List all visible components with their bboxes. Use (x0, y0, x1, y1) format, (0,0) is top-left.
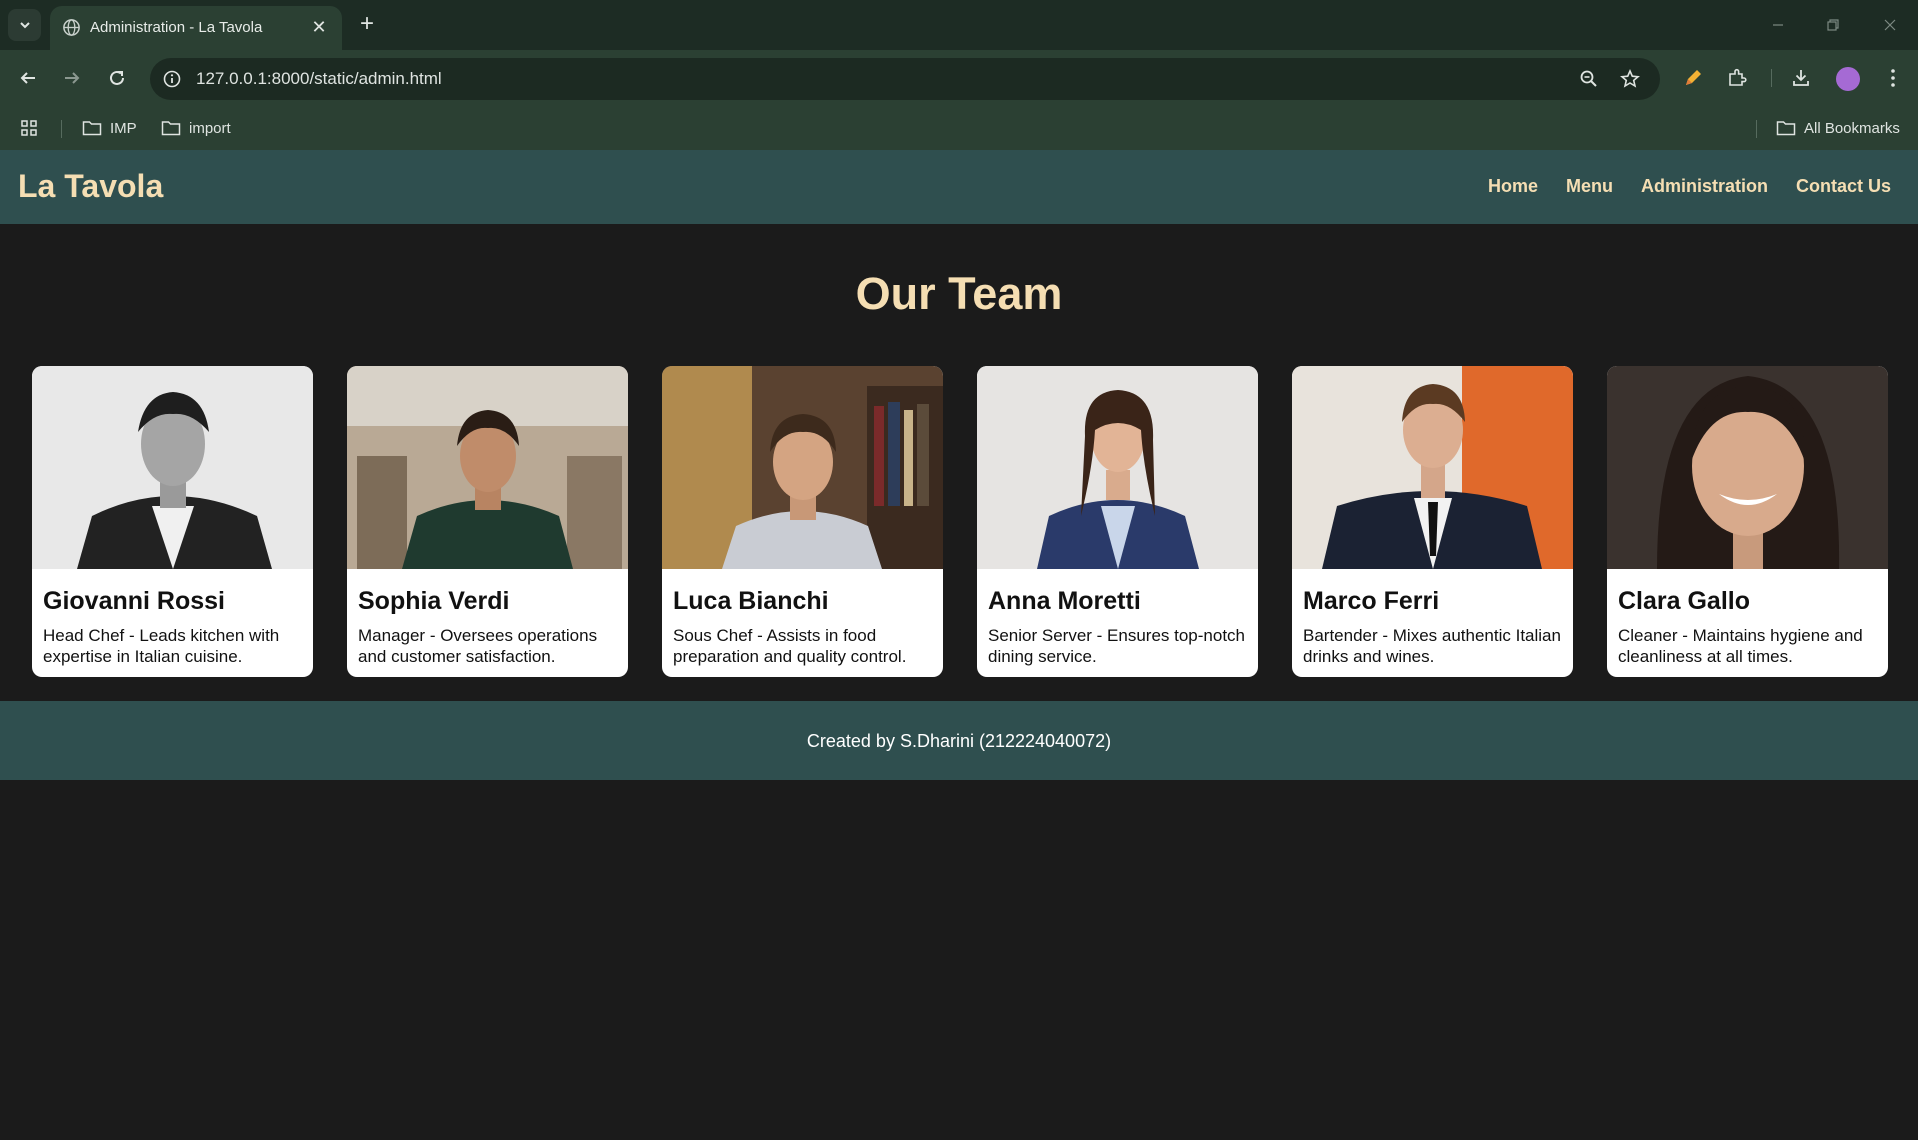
section-title: Our Team (855, 268, 1063, 319)
back-arrow-icon[interactable] (14, 64, 42, 92)
brand-logo-text[interactable]: La Tavola (18, 168, 163, 205)
extensions-puzzle-icon[interactable] (1723, 64, 1751, 92)
reload-icon[interactable] (103, 64, 131, 92)
team-member-description: Sous Chef - Assists in food preparation … (673, 626, 907, 666)
pencil-extension-icon[interactable] (1679, 64, 1707, 92)
bookmarks-bar: IMP import All Bookmarks (0, 106, 1918, 150)
bookmark-label: import (189, 119, 231, 137)
close-window-icon[interactable] (1868, 10, 1912, 40)
team-card: Sophia Verdi Manager - Oversees operatio… (347, 366, 628, 677)
team-member-name: Clara Gallo (1618, 587, 1750, 615)
main-nav: Home Menu Administration Contact Us (1488, 176, 1891, 197)
download-icon[interactable] (1787, 64, 1815, 92)
team-member-description: Bartender - Mixes authentic Italian drin… (1303, 626, 1561, 666)
bookmarks-divider (1756, 120, 1757, 138)
new-tab-button[interactable]: + (352, 10, 382, 40)
toolbar-divider (1771, 69, 1772, 87)
team-member-name: Sophia Verdi (358, 587, 510, 615)
team-card: Giovanni Rossi Head Chef - Leads kitchen… (32, 366, 313, 677)
team-member-description: Head Chef - Leads kitchen with expertise… (43, 626, 280, 666)
team-member-photo (32, 366, 313, 569)
browser-toolbar: 127.0.0.1:8000/static/admin.html (0, 50, 1918, 106)
team-card: Luca Bianchi Sous Chef - Assists in food… (662, 366, 943, 677)
team-member-description: Manager - Oversees operations and custom… (358, 626, 598, 666)
bookmark-label: IMP (110, 119, 137, 137)
team-member-photo (1292, 366, 1573, 569)
site-info-icon[interactable] (162, 69, 182, 89)
site-footer: Created by S.Dharini (212224040072) (0, 701, 1918, 780)
team-member-name: Giovanni Rossi (43, 587, 225, 615)
nav-menu[interactable]: Menu (1566, 176, 1613, 197)
apps-grid-icon[interactable] (20, 116, 38, 140)
bookmarks-divider (61, 120, 62, 138)
minimize-icon[interactable] (1756, 10, 1800, 40)
nav-administration[interactable]: Administration (1641, 176, 1768, 197)
restore-icon[interactable] (1811, 10, 1855, 40)
url-text[interactable]: 127.0.0.1:8000/static/admin.html (196, 69, 442, 89)
footer-credit: Created by S.Dharini (212224040072) (806, 731, 1112, 751)
team-cards: Giovanni Rossi Head Chef - Leads kitchen… (32, 366, 1888, 677)
bookmark-folder-import[interactable]: import (161, 116, 231, 140)
team-member-name: Anna Moretti (988, 587, 1141, 615)
site-header: La Tavola Home Menu Administration Conta… (0, 150, 1918, 224)
browser-tabstrip: Administration - La Tavola ✕ + (0, 0, 1918, 50)
globe-icon (63, 19, 80, 36)
tab-search-button[interactable] (8, 9, 41, 41)
folder-icon (1776, 121, 1796, 136)
forward-arrow-icon[interactable] (58, 64, 86, 92)
team-member-name: Luca Bianchi (673, 587, 829, 615)
team-card: Clara Gallo Cleaner - Maintains hygiene … (1607, 366, 1888, 677)
profile-avatar[interactable] (1836, 67, 1860, 91)
all-bookmarks-button[interactable]: All Bookmarks (1776, 116, 1900, 140)
nav-home[interactable]: Home (1488, 176, 1538, 197)
bookmark-folder-imp[interactable]: IMP (82, 116, 137, 140)
active-tab[interactable]: Administration - La Tavola ✕ (50, 6, 342, 50)
folder-icon (161, 121, 181, 136)
chevron-down-icon (19, 22, 30, 29)
team-member-photo (662, 366, 943, 569)
tab-title: Administration - La Tavola (90, 19, 263, 36)
bookmark-star-icon[interactable] (1619, 68, 1641, 90)
team-card: Marco Ferri Bartender - Mixes authentic … (1292, 366, 1573, 677)
all-bookmarks-label: All Bookmarks (1804, 119, 1900, 137)
zoom-icon[interactable] (1578, 68, 1600, 90)
team-member-description: Cleaner - Maintains hygiene and cleanlin… (1618, 626, 1863, 666)
team-member-description: Senior Server - Ensures top-notch dining… (988, 626, 1246, 666)
team-member-name: Marco Ferri (1303, 587, 1440, 615)
close-tab-icon[interactable]: ✕ (308, 16, 330, 38)
folder-icon (82, 121, 102, 136)
nav-contact-us[interactable]: Contact Us (1796, 176, 1891, 197)
team-member-photo (1607, 366, 1888, 569)
more-menu-icon[interactable] (1879, 64, 1907, 92)
address-bar[interactable]: 127.0.0.1:8000/static/admin.html (150, 58, 1660, 100)
team-card: Anna Moretti Senior Server - Ensures top… (977, 366, 1258, 677)
team-member-photo (347, 366, 628, 569)
team-member-photo (977, 366, 1258, 569)
